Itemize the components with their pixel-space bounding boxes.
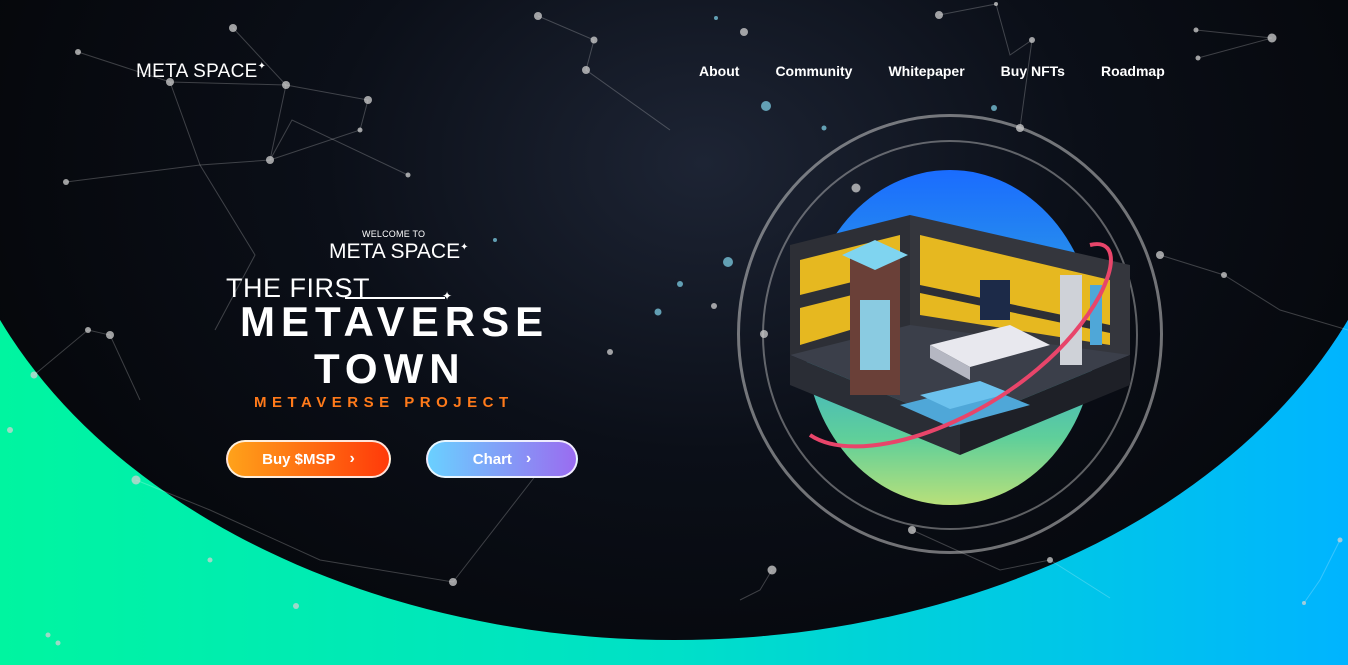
nav-buy-nfts[interactable]: Buy NFTs [1001,63,1065,79]
headline-town: TOWN [314,345,466,392]
buy-msp-label: Buy $MSP [262,450,336,468]
buy-msp-button[interactable]: Buy $MSP › [226,440,391,478]
logo-text: META SPACE [136,61,258,82]
sparkle-icon: ✦ [460,242,469,253]
chevron-right-icon: › [349,450,355,467]
nav-roadmap[interactable]: Roadmap [1101,63,1165,79]
chart-label: Chart [472,450,512,468]
hero-brand-text: META SPACE [329,240,461,263]
welcome-text: WELCOME TO [362,229,426,239]
isometric-room-illustration [790,215,1130,455]
sparkle-icon: ✦ [257,61,267,72]
chevron-right-icon: › [525,450,532,467]
site-logo[interactable]: META SPACE✦ [136,61,266,83]
hero-brand: META SPACE✦ [329,240,468,264]
main-nav: About Community Whitepaper Buy NFTs Road… [699,63,1165,79]
tagline: METAVERSE PROJECT [254,394,514,411]
nav-whitepaper[interactable]: Whitepaper [888,63,964,79]
nav-community[interactable]: Community [775,63,852,79]
nav-about[interactable]: About [699,63,739,79]
headline-metaverse: METAVERSE [240,298,550,345]
chart-button[interactable]: Chart › [426,440,578,478]
